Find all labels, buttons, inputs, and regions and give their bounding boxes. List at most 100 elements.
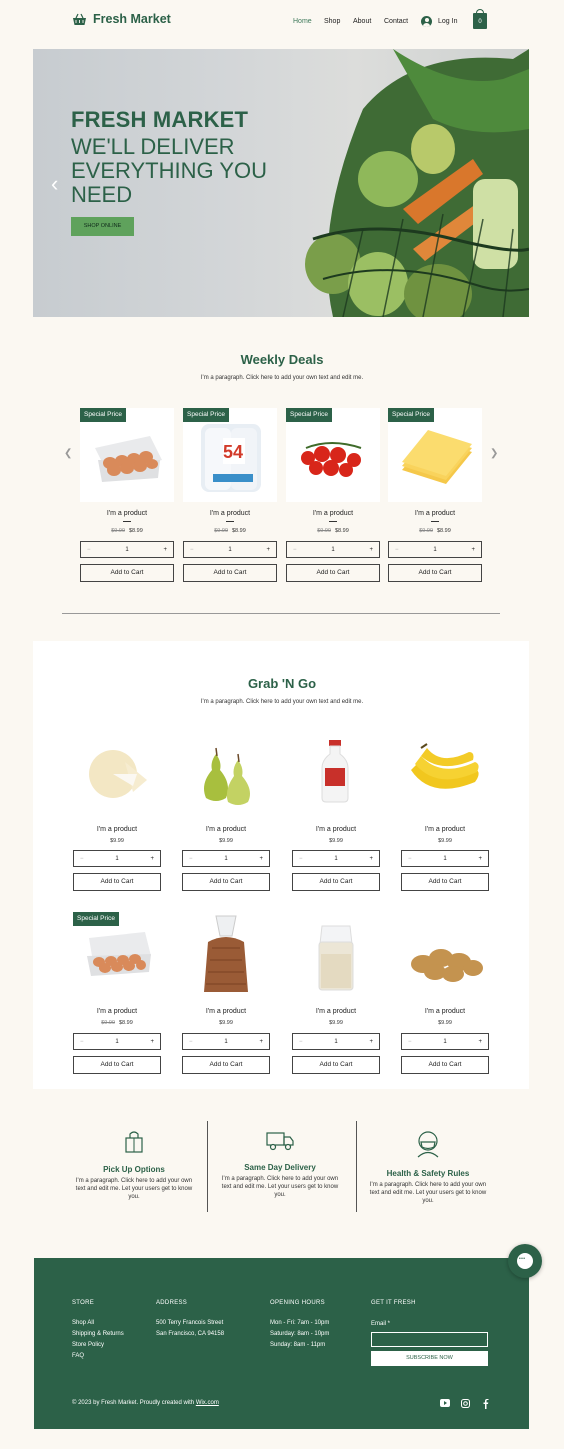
plus-icon[interactable]: +: [369, 547, 373, 553]
product-name[interactable]: I'm a product: [182, 1008, 270, 1015]
add-to-cart-button[interactable]: Add to Cart: [80, 564, 174, 582]
product-image[interactable]: [80, 408, 174, 502]
plus-icon[interactable]: +: [150, 1039, 154, 1045]
quantity-value[interactable]: 1: [334, 1039, 337, 1045]
quantity-stepper[interactable]: − 1 +: [182, 1033, 270, 1050]
product-image[interactable]: [401, 734, 489, 820]
nav-shop[interactable]: Shop: [324, 18, 340, 25]
nav-contact[interactable]: Contact: [384, 18, 408, 25]
product-name[interactable]: I'm a product: [73, 1008, 161, 1015]
youtube-icon[interactable]: [440, 1399, 450, 1408]
plus-icon[interactable]: +: [163, 547, 167, 553]
plus-icon[interactable]: +: [259, 1039, 263, 1045]
product-card[interactable]: Special Price I'm a product $9.99 $8.99 −…: [286, 408, 380, 583]
add-to-cart-button[interactable]: Add to Cart: [292, 873, 380, 891]
product-name[interactable]: I'm a product: [401, 826, 489, 833]
slider-next-icon[interactable]: ❯: [490, 448, 498, 459]
instagram-icon[interactable]: [460, 1399, 470, 1408]
product-image[interactable]: [73, 734, 161, 820]
quantity-value[interactable]: 1: [334, 856, 337, 862]
quantity-value[interactable]: 1: [125, 547, 128, 553]
product-name[interactable]: I'm a product: [401, 1008, 489, 1015]
minus-icon[interactable]: −: [395, 547, 399, 553]
minus-icon[interactable]: −: [80, 1039, 84, 1045]
quantity-stepper[interactable]: − 1 +: [292, 850, 380, 867]
quantity-value[interactable]: 1: [443, 1039, 446, 1045]
plus-icon[interactable]: +: [150, 856, 154, 862]
minus-icon[interactable]: −: [299, 856, 303, 862]
product-name[interactable]: I'm a product: [182, 826, 270, 833]
minus-icon[interactable]: −: [189, 1039, 193, 1045]
product-image[interactable]: [292, 734, 380, 820]
product-name[interactable]: I'm a product: [388, 510, 482, 517]
plus-icon[interactable]: +: [478, 1039, 482, 1045]
plus-icon[interactable]: +: [369, 1039, 373, 1045]
product-image[interactable]: 54: [183, 408, 277, 502]
email-field[interactable]: [371, 1332, 488, 1347]
quantity-value[interactable]: 1: [224, 856, 227, 862]
quantity-value[interactable]: 1: [443, 856, 446, 862]
add-to-cart-button[interactable]: Add to Cart: [401, 1056, 489, 1074]
add-to-cart-button[interactable]: Add to Cart: [388, 564, 482, 582]
product-card[interactable]: Special Price I'm a product $9.99 $8.99 −…: [73, 912, 161, 1082]
quantity-value[interactable]: 1: [224, 1039, 227, 1045]
plus-icon[interactable]: +: [266, 547, 270, 553]
add-to-cart-button[interactable]: Add to Cart: [401, 873, 489, 891]
plus-icon[interactable]: +: [478, 856, 482, 862]
add-to-cart-button[interactable]: Add to Cart: [73, 873, 161, 891]
quantity-value[interactable]: 1: [331, 547, 334, 553]
product-card[interactable]: I'm a product $9.99 − 1 + Add to Cart: [292, 734, 380, 904]
quantity-stepper[interactable]: − 1 +: [183, 541, 277, 558]
quantity-stepper[interactable]: − 1 +: [80, 541, 174, 558]
minus-icon[interactable]: −: [293, 547, 297, 553]
quantity-stepper[interactable]: − 1 +: [182, 850, 270, 867]
product-card[interactable]: Special Price I'm a product $9.99 $8.99 −…: [388, 408, 482, 583]
add-to-cart-button[interactable]: Add to Cart: [292, 1056, 380, 1074]
nav-home[interactable]: Home: [293, 18, 312, 25]
product-card[interactable]: I'm a product $9.99 − 1 + Add to Cart: [182, 912, 270, 1082]
product-image[interactable]: [286, 408, 380, 502]
product-image[interactable]: [182, 912, 270, 998]
product-card[interactable]: I'm a product $9.99 − 1 + Add to Cart: [73, 734, 161, 904]
quantity-value[interactable]: 1: [433, 547, 436, 553]
facebook-icon[interactable]: [481, 1399, 491, 1409]
product-image[interactable]: [401, 912, 489, 998]
minus-icon[interactable]: −: [408, 856, 412, 862]
product-name[interactable]: I'm a product: [286, 510, 380, 517]
plus-icon[interactable]: +: [471, 547, 475, 553]
minus-icon[interactable]: −: [87, 547, 91, 553]
quantity-stepper[interactable]: − 1 +: [388, 541, 482, 558]
quantity-stepper[interactable]: − 1 +: [401, 1033, 489, 1050]
chat-button[interactable]: [508, 1244, 542, 1278]
product-card[interactable]: 54 Special Price I'm a product $9.99 $8.9…: [183, 408, 277, 583]
quantity-stepper[interactable]: − 1 +: [73, 1033, 161, 1050]
footer-link-shop-all[interactable]: Shop All: [72, 1318, 124, 1329]
plus-icon[interactable]: +: [369, 856, 373, 862]
add-to-cart-button[interactable]: Add to Cart: [182, 1056, 270, 1074]
quantity-stepper[interactable]: − 1 +: [286, 541, 380, 558]
wix-link[interactable]: Wix.com: [196, 1400, 219, 1406]
add-to-cart-button[interactable]: Add to Cart: [286, 564, 380, 582]
quantity-value[interactable]: 1: [228, 547, 231, 553]
product-name[interactable]: I'm a product: [292, 826, 380, 833]
product-name[interactable]: I'm a product: [73, 826, 161, 833]
quantity-value[interactable]: 1: [115, 856, 118, 862]
footer-link-store-policy[interactable]: Store Policy: [72, 1340, 124, 1351]
minus-icon[interactable]: −: [408, 1039, 412, 1045]
minus-icon[interactable]: −: [299, 1039, 303, 1045]
product-image[interactable]: [292, 912, 380, 998]
product-card[interactable]: Special Price I'm a product $9.99 $8.99 −…: [80, 408, 174, 583]
product-card[interactable]: I'm a product $9.99 − 1 + Add to Cart: [182, 734, 270, 904]
quantity-stepper[interactable]: − 1 +: [292, 1033, 380, 1050]
slider-prev-icon[interactable]: ❮: [64, 448, 72, 459]
add-to-cart-button[interactable]: Add to Cart: [73, 1056, 161, 1074]
logo[interactable]: Fresh Market: [72, 12, 171, 26]
login-button[interactable]: Log In: [421, 16, 457, 27]
product-image[interactable]: [388, 408, 482, 502]
carousel-prev-icon[interactable]: ‹: [51, 171, 58, 197]
product-name[interactable]: I'm a product: [292, 1008, 380, 1015]
minus-icon[interactable]: −: [190, 547, 194, 553]
nav-about[interactable]: About: [353, 18, 371, 25]
shop-online-button[interactable]: SHOP ONLINE: [71, 217, 134, 236]
add-to-cart-button[interactable]: Add to Cart: [183, 564, 277, 582]
